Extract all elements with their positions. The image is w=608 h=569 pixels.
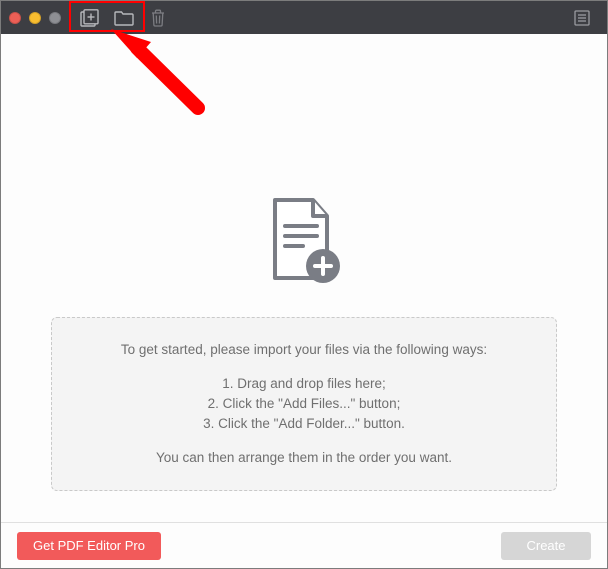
close-window-button[interactable] [9, 12, 21, 24]
instructions-step-2: 2. Click the "Add Files..." button; [72, 394, 536, 414]
instructions-step-1: 1. Drag and drop files here; [72, 374, 536, 394]
create-button[interactable]: Create [501, 532, 591, 560]
instructions-trailer: You can then arrange them in the order y… [72, 448, 536, 468]
titlebar [1, 1, 607, 34]
instructions-step-3: 3. Click the "Add Folder..." button. [72, 414, 536, 434]
main-area[interactable]: To get started, please import your files… [1, 34, 607, 522]
folder-icon [114, 10, 134, 26]
minimize-window-button[interactable] [29, 12, 41, 24]
delete-button[interactable] [141, 1, 175, 34]
add-files-button[interactable] [73, 1, 107, 34]
import-illustration [259, 194, 349, 289]
list-view-button[interactable] [565, 1, 599, 34]
trash-icon [150, 9, 166, 27]
toolbar [73, 1, 175, 34]
add-folder-button[interactable] [107, 1, 141, 34]
add-file-icon [80, 9, 100, 27]
zoom-window-button[interactable] [49, 12, 61, 24]
instructions-lead: To get started, please import your files… [72, 340, 536, 360]
get-pdf-editor-pro-button[interactable]: Get PDF Editor Pro [17, 532, 161, 560]
footer: Get PDF Editor Pro Create [1, 522, 607, 568]
list-icon [574, 10, 590, 26]
instructions-panel: To get started, please import your files… [51, 317, 557, 491]
app-window: To get started, please import your files… [0, 0, 608, 569]
instructions-steps: 1. Drag and drop files here; 2. Click th… [72, 374, 536, 435]
traffic-lights [9, 12, 61, 24]
